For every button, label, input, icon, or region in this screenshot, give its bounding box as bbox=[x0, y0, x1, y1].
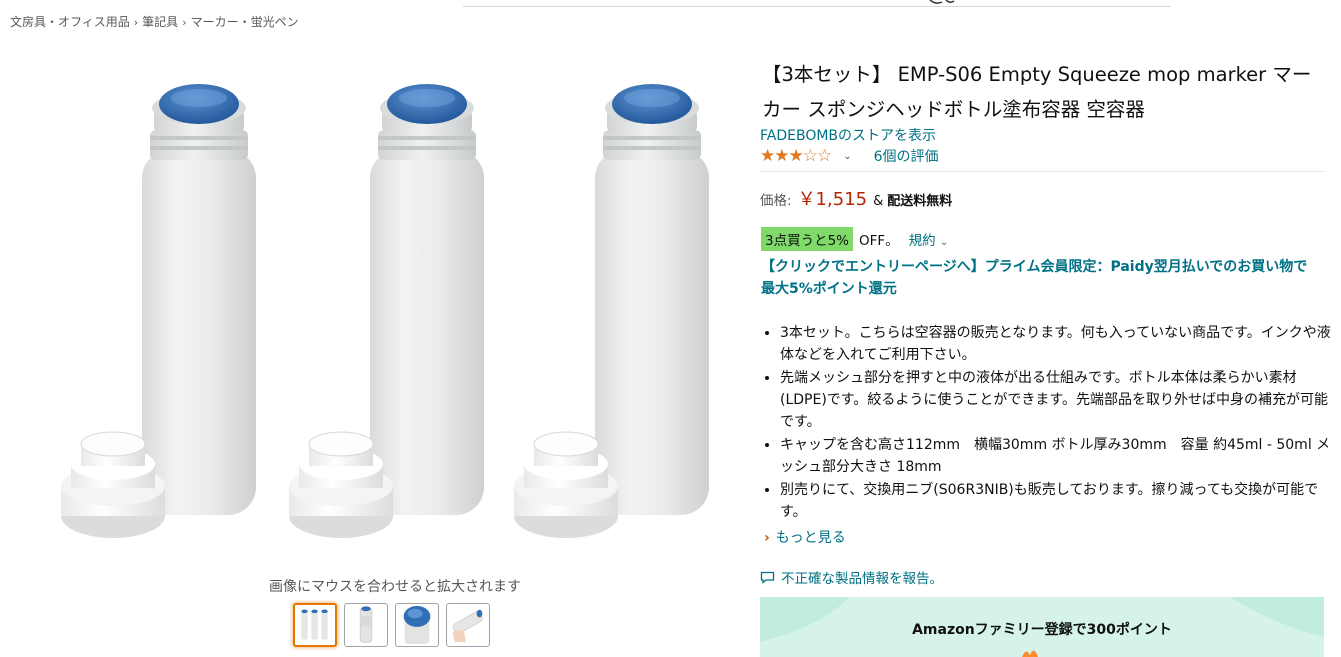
speech-bubble-icon bbox=[760, 571, 775, 584]
promo-off-text: OFF。 bbox=[859, 233, 899, 249]
breadcrumb: 文房具・オフィス用品 › 筆記具 › マーカー・蛍光ペン bbox=[10, 13, 299, 30]
section-divider bbox=[760, 171, 1325, 172]
list-item: 別売りにて、交換用ニブ(S06R3NIB)も販売しております。擦り減っても交換が… bbox=[780, 479, 1340, 523]
see-more-label: もっと見る bbox=[775, 530, 846, 546]
see-more-link[interactable]: › もっと見る bbox=[764, 527, 846, 547]
report-info-label: 不正確な製品情報を報告。 bbox=[781, 571, 943, 587]
list-item: 3本セット。こちらは空容器の販売となります。何も入っていない商品です。インクや液… bbox=[780, 322, 1340, 366]
product-title: 【3本セット】 EMP-S06 Empty Squeeze mop marker… bbox=[762, 63, 1312, 121]
free-shipping-label: 配送料無料 bbox=[887, 194, 953, 209]
header-divider bbox=[463, 6, 1171, 7]
rating-count-link[interactable]: 6個の評価 bbox=[874, 146, 939, 166]
thumbnail-3[interactable] bbox=[395, 603, 439, 647]
promo-terms-link[interactable]: 規約 ⌄ bbox=[909, 229, 949, 249]
price-row: 価格: ￥1,515 & 配送料無料 bbox=[760, 185, 952, 211]
feature-bullets: 3本セット。こちらは空容器の販売となります。何も入っていない商品です。インクや液… bbox=[762, 322, 1340, 524]
promo-row: 3点買うと5% OFF。 規約 ⌄ bbox=[761, 227, 948, 251]
promo-badge: 3点買うと5% bbox=[761, 227, 854, 251]
chevron-down-icon: ⌄ bbox=[939, 237, 949, 248]
thumbnail-4[interactable] bbox=[446, 603, 490, 647]
chevron-right-icon: › bbox=[764, 530, 770, 546]
breadcrumb-separator: › bbox=[133, 16, 139, 29]
paidy-promo-link[interactable]: 【クリックでエントリーページへ】プライム会員限定：Paidy翌月払いでのお買い物… bbox=[761, 256, 1321, 300]
thumbnail-2[interactable] bbox=[344, 603, 388, 647]
breadcrumb-item-writing[interactable]: 筆記具 bbox=[142, 15, 178, 29]
zoom-hint: 画像にマウスを合わせると拡大されます bbox=[269, 579, 521, 595]
main-product-image[interactable] bbox=[55, 70, 745, 565]
breadcrumb-item-stationery[interactable]: 文房具・オフィス用品 bbox=[10, 15, 130, 29]
list-item: キャップを含む高さ112mm 横幅30mm ボトル厚み30mm 容量 約45ml… bbox=[780, 434, 1340, 478]
thumbnail-1[interactable] bbox=[293, 603, 337, 647]
price-label: 価格: bbox=[760, 193, 792, 209]
list-item: 先端メッシュ部分を押すと中の液体が出る仕組みです。ボトル本体は柔らかい素材(LD… bbox=[780, 367, 1340, 433]
thumbnail-strip bbox=[293, 603, 490, 647]
breadcrumb-separator: › bbox=[182, 16, 187, 29]
report-info-link[interactable]: 不正確な製品情報を報告。 bbox=[760, 567, 943, 587]
price-amp: & bbox=[873, 194, 884, 209]
promo-terms-label: 規約 bbox=[908, 233, 936, 249]
banner-text: Amazonファミリー登録で300ポイント bbox=[912, 622, 1172, 638]
rating-row: ★★★☆☆ ⌄ 6個の評価 bbox=[760, 146, 939, 166]
price-value: ￥1,515 bbox=[797, 189, 868, 210]
header-logo-fragment bbox=[929, 0, 955, 4]
chevron-down-icon[interactable]: ⌄ bbox=[843, 151, 851, 162]
breadcrumb-item-markers[interactable]: マーカー・蛍光ペン bbox=[191, 15, 299, 29]
amazon-family-banner[interactable]: Amazonファミリー登録で300ポイント bbox=[760, 597, 1324, 657]
store-link[interactable]: FADEBOMBのストアを表示 bbox=[760, 125, 936, 145]
star-rating-icon[interactable]: ★★★☆☆ bbox=[760, 146, 832, 166]
